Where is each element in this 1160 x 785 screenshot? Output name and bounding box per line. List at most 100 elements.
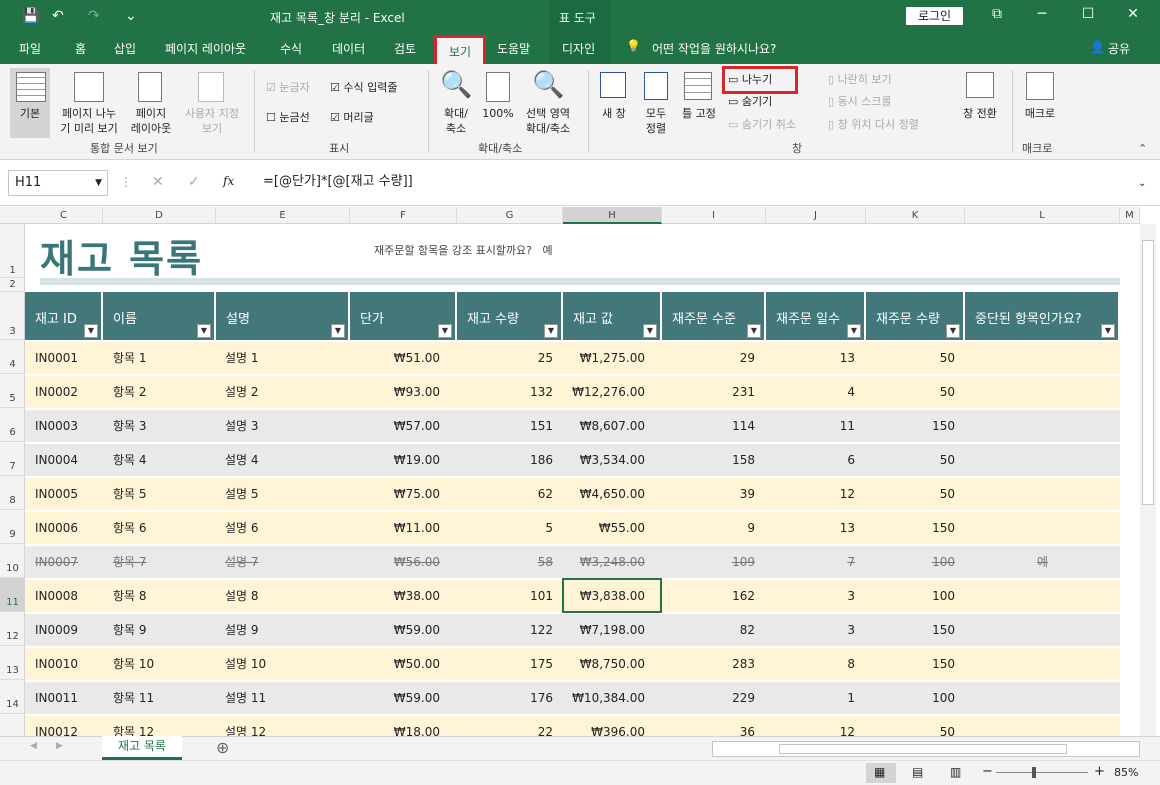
custom-views-button[interactable]: 사용자 지정 보기 bbox=[178, 106, 246, 136]
table-cell[interactable]: 설명 5 bbox=[225, 478, 259, 510]
table-cell[interactable] bbox=[965, 376, 1120, 408]
new-window-button[interactable]: 새 창 bbox=[596, 106, 632, 121]
table-cell[interactable]: 50 bbox=[865, 342, 955, 374]
table-cell[interactable]: 150 bbox=[865, 512, 955, 544]
table-cell[interactable]: 186 bbox=[463, 444, 553, 476]
name-box[interactable]: H11 ▼ bbox=[8, 170, 108, 196]
insert-function-icon[interactable]: fx bbox=[223, 174, 234, 188]
zoom-slider-thumb[interactable] bbox=[1032, 767, 1036, 778]
table-cell[interactable]: IN0005 bbox=[35, 478, 78, 510]
table-cell[interactable]: IN0003 bbox=[35, 410, 78, 442]
table-cell[interactable]: 설명 2 bbox=[225, 376, 259, 408]
filter-dropdown-icon[interactable]: ▼ bbox=[331, 324, 345, 338]
tab-formulas[interactable]: 수식 bbox=[280, 40, 302, 57]
zoom-to-selection-button[interactable]: 선택 영역 확대/축소 bbox=[518, 106, 578, 136]
col-header-e[interactable]: E bbox=[216, 207, 350, 224]
table-cell[interactable]: 5 bbox=[463, 512, 553, 544]
page-break-preview-button[interactable]: 페이지 나누 기 미리 보기 bbox=[54, 106, 124, 136]
row-header[interactable]: 14 bbox=[0, 680, 25, 714]
qat-customize-icon[interactable]: ⌄ bbox=[125, 8, 137, 24]
add-sheet-icon[interactable]: ⊕ bbox=[216, 738, 229, 757]
table-cell[interactable]: 283 bbox=[665, 648, 755, 680]
row-header[interactable]: 12 bbox=[0, 612, 25, 646]
table-cell[interactable] bbox=[965, 478, 1120, 510]
table-cell[interactable]: 3 bbox=[765, 580, 855, 612]
table-cell[interactable]: 13 bbox=[765, 342, 855, 374]
table-cell[interactable]: 12 bbox=[765, 478, 855, 510]
page-layout-status-icon[interactable]: ▤ bbox=[912, 765, 923, 779]
table-cell[interactable]: IN0002 bbox=[35, 376, 78, 408]
normal-view-button[interactable]: 기본 bbox=[10, 106, 50, 121]
table-cell[interactable]: 1 bbox=[765, 682, 855, 714]
tab-page-layout[interactable]: 페이지 레이아웃 bbox=[165, 40, 246, 57]
col-header-i[interactable]: I bbox=[662, 207, 766, 224]
table-cell[interactable]: 항목 4 bbox=[113, 444, 147, 476]
table-cell[interactable]: ₩51.00 bbox=[350, 342, 440, 374]
unhide-button[interactable]: ▭ 숨기기 취소 bbox=[728, 117, 796, 132]
zoom-out-button[interactable]: − bbox=[982, 764, 993, 779]
zoom-slider[interactable] bbox=[996, 772, 1088, 773]
table-cell[interactable]: ₩12,276.00 bbox=[555, 376, 645, 408]
table-cell[interactable]: 항목 5 bbox=[113, 478, 147, 510]
table-cell[interactable]: 설명 4 bbox=[225, 444, 259, 476]
tab-data[interactable]: 데이터 bbox=[332, 40, 365, 57]
table-cell[interactable]: 158 bbox=[665, 444, 755, 476]
filter-dropdown-icon[interactable]: ▼ bbox=[643, 324, 657, 338]
row-header[interactable]: 9 bbox=[0, 510, 25, 544]
table-cell[interactable]: ₩10,384.00 bbox=[555, 682, 645, 714]
zoom-100-button[interactable]: 100% bbox=[480, 106, 516, 121]
table-cell[interactable] bbox=[965, 342, 1120, 374]
table-cell[interactable]: 100 bbox=[865, 682, 955, 714]
table-cell[interactable]: 122 bbox=[463, 614, 553, 646]
table-cell[interactable]: 설명 1 bbox=[225, 342, 259, 374]
table-cell[interactable]: 예 bbox=[965, 546, 1120, 578]
macros-button[interactable]: 매크로 bbox=[1018, 106, 1062, 121]
table-cell[interactable]: 항목 2 bbox=[113, 376, 147, 408]
zoom-in-button[interactable]: + bbox=[1094, 764, 1105, 779]
normal-view-status-icon[interactable]: ▦ bbox=[874, 765, 885, 779]
vertical-scroll-thumb[interactable] bbox=[1142, 240, 1154, 505]
filter-dropdown-icon[interactable]: ▼ bbox=[847, 324, 861, 338]
arrange-all-button[interactable]: 모두 정렬 bbox=[638, 106, 674, 136]
table-cell[interactable]: 설명 8 bbox=[225, 580, 259, 612]
row-header[interactable]: 8 bbox=[0, 476, 25, 510]
freeze-panes-button[interactable]: 틀 고정 bbox=[676, 106, 722, 121]
table-cell[interactable] bbox=[965, 648, 1120, 680]
close-button[interactable]: ✕ bbox=[1118, 6, 1148, 26]
table-cell[interactable]: 설명 6 bbox=[225, 512, 259, 544]
table-cell[interactable]: ₩8,607.00 bbox=[555, 410, 645, 442]
formula-input[interactable]: =[@단가]*[@[재고 수량]] bbox=[253, 170, 1153, 196]
tab-home[interactable]: 홈 bbox=[75, 40, 86, 57]
table-cell[interactable]: IN0010 bbox=[35, 648, 78, 680]
table-cell[interactable]: 11 bbox=[765, 410, 855, 442]
row-header-3[interactable]: 3 bbox=[0, 292, 25, 340]
table-cell[interactable]: IN0007 bbox=[35, 546, 78, 578]
table-cell[interactable]: 항목 11 bbox=[113, 682, 154, 714]
table-cell[interactable]: 7 bbox=[765, 546, 855, 578]
table-cell[interactable]: ₩50.00 bbox=[350, 648, 440, 680]
table-cell[interactable]: 150 bbox=[865, 648, 955, 680]
table-cell[interactable]: ₩8,750.00 bbox=[555, 648, 645, 680]
view-side-by-side-button[interactable]: ▯ 나란히 보기 bbox=[828, 72, 892, 87]
tab-review[interactable]: 검토 bbox=[394, 40, 416, 57]
filter-dropdown-icon[interactable]: ▼ bbox=[84, 324, 98, 338]
table-cell[interactable]: ₩7,198.00 bbox=[555, 614, 645, 646]
row-header[interactable]: 13 bbox=[0, 646, 25, 680]
gridlines-checkbox[interactable]: ☐ 눈금선 bbox=[266, 110, 310, 125]
table-cell[interactable] bbox=[965, 580, 1120, 612]
filter-dropdown-icon[interactable]: ▼ bbox=[197, 324, 211, 338]
col-header-f[interactable]: F bbox=[350, 207, 457, 224]
filter-dropdown-icon[interactable]: ▼ bbox=[438, 324, 452, 338]
row-header[interactable]: 10 bbox=[0, 544, 25, 578]
table-cell[interactable] bbox=[965, 614, 1120, 646]
table-cell[interactable]: 13 bbox=[765, 512, 855, 544]
col-header-h[interactable]: H bbox=[563, 207, 662, 224]
table-cell[interactable]: 9 bbox=[665, 512, 755, 544]
table-cell[interactable]: 150 bbox=[865, 614, 955, 646]
row-header-2[interactable]: 2 bbox=[0, 278, 25, 292]
table-cell[interactable]: 132 bbox=[463, 376, 553, 408]
table-cell[interactable]: ₩1,275.00 bbox=[555, 342, 645, 374]
enter-icon[interactable]: ✓ bbox=[188, 174, 200, 190]
vertical-scrollbar[interactable] bbox=[1140, 224, 1156, 736]
table-cell[interactable]: 설명 9 bbox=[225, 614, 259, 646]
